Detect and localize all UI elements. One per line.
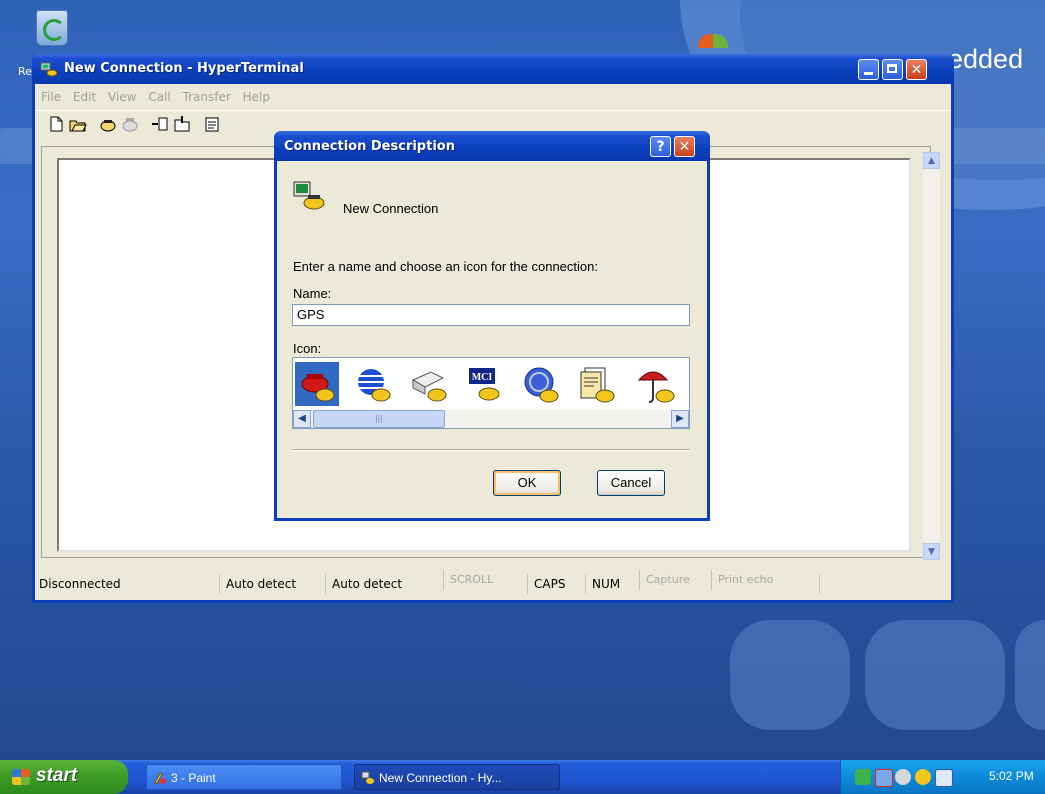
prompt-text: Enter a name and choose an icon for the …: [293, 259, 598, 274]
help-button[interactable]: ?: [650, 136, 671, 157]
scroll-right-button[interactable]: ▶: [671, 410, 689, 428]
windows-logo: [698, 34, 728, 48]
menu-bar: File Edit View Call Transfer Help: [35, 86, 951, 108]
name-label: Name:: [293, 286, 332, 301]
close-button[interactable]: ✕: [906, 59, 927, 80]
system-tray: 5:02 PM: [840, 760, 1045, 794]
vertical-scrollbar[interactable]: ▲ ▼: [923, 152, 940, 560]
recycle-bin-icon[interactable]: [36, 10, 68, 46]
status-caps: CAPS: [527, 574, 565, 594]
title-bar[interactable]: New Connection - HyperTerminal ✕: [32, 54, 954, 84]
hyperterminal-icon: [40, 62, 58, 77]
scroll-left-button[interactable]: ◀: [293, 410, 311, 428]
scroll-up-button[interactable]: ▲: [923, 152, 940, 169]
desktop-branding-text: edded: [948, 44, 1024, 74]
icon-label: Icon:: [293, 341, 322, 356]
menu-transfer[interactable]: Transfer: [183, 86, 231, 108]
task-paint[interactable]: 3 - Paint: [146, 764, 342, 790]
status-scroll: SCROLL: [443, 570, 493, 590]
properties-icon[interactable]: [203, 115, 221, 133]
blue-globe-icon[interactable]: [351, 362, 395, 406]
status-print-echo: Print echo: [711, 570, 773, 590]
status-port-settings: Auto detect: [325, 574, 402, 594]
mci-text: MCI: [472, 372, 493, 383]
file-icon[interactable]: [575, 362, 619, 406]
hyperterminal-icon: [361, 771, 374, 784]
receive-icon[interactable]: [173, 115, 191, 133]
wallpaper-shape: [730, 620, 850, 730]
start-label: start: [36, 765, 78, 786]
mci-icon[interactable]: MCI: [463, 362, 507, 406]
recycle-bin-label: Re: [18, 65, 32, 78]
connection-name-label: New Connection: [343, 201, 439, 216]
start-button[interactable]: start: [0, 760, 128, 794]
wallpaper-shape: [950, 128, 1045, 164]
menu-file[interactable]: File: [41, 86, 61, 108]
dialog-close-button[interactable]: ✕: [674, 136, 695, 157]
wireless-icon[interactable]: [915, 769, 931, 785]
status-spacer: [819, 574, 826, 594]
status-connection: Disconnected: [39, 577, 121, 591]
send-icon[interactable]: [151, 115, 169, 133]
name-input[interactable]: GPS: [292, 304, 690, 326]
paint-icon: [154, 772, 166, 785]
scroll-down-button[interactable]: ▼: [923, 543, 940, 560]
window-title: New Connection - HyperTerminal: [64, 61, 304, 76]
wallpaper-shape: [865, 620, 1005, 730]
network-icon[interactable]: [855, 769, 871, 785]
status-capture: Capture: [639, 570, 690, 590]
menu-edit[interactable]: Edit: [73, 86, 96, 108]
update-icon[interactable]: [935, 769, 953, 787]
windows-flag-icon: [12, 769, 30, 785]
ge-icon[interactable]: [519, 362, 563, 406]
scroll-thumb[interactable]: |||: [313, 410, 445, 428]
icon-list-scrollbar[interactable]: ◀ ||| ▶: [293, 410, 689, 428]
clock: 5:02 PM: [989, 769, 1034, 783]
status-bar: Disconnected Auto detect Auto detect SCR…: [35, 568, 951, 600]
menu-call[interactable]: Call: [148, 86, 170, 108]
maximize-button[interactable]: [882, 59, 903, 80]
wallpaper-shape: [1015, 620, 1045, 730]
task-paint-label: 3 - Paint: [171, 771, 216, 785]
volume-icon[interactable]: [895, 769, 911, 785]
task-hyperterminal[interactable]: New Connection - Hy...: [354, 764, 560, 790]
disconnect-icon[interactable]: [121, 115, 139, 133]
minimize-button[interactable]: [858, 59, 879, 80]
ok-button[interactable]: OK: [493, 470, 561, 496]
red-phone-icon[interactable]: [295, 362, 339, 406]
task-hyperterminal-label: New Connection - Hy...: [379, 771, 502, 785]
connection-icon: [293, 181, 325, 210]
printer-icon[interactable]: [407, 362, 451, 406]
icon-list[interactable]: MCI ◀ ||| ▶: [292, 357, 690, 429]
menu-view[interactable]: View: [108, 86, 136, 108]
dialog-title: Connection Description: [284, 139, 455, 154]
connection-description-dialog: Connection Description ? ✕ New Connectio…: [274, 131, 710, 521]
cancel-button[interactable]: Cancel: [597, 470, 665, 496]
status-num: NUM: [585, 574, 620, 594]
menu-help[interactable]: Help: [243, 86, 270, 108]
new-icon[interactable]: [47, 115, 65, 133]
call-icon[interactable]: [99, 115, 117, 133]
status-emulation: Auto detect: [219, 574, 296, 594]
dialog-divider: [292, 449, 690, 451]
dialog-title-bar[interactable]: Connection Description ? ✕: [274, 131, 710, 161]
taskbar: start 3 - Paint New Connection - Hy... 5…: [0, 760, 1045, 794]
network-disconnected-icon[interactable]: [875, 769, 893, 787]
open-icon[interactable]: [69, 115, 87, 133]
umbrella-icon[interactable]: [631, 362, 687, 406]
